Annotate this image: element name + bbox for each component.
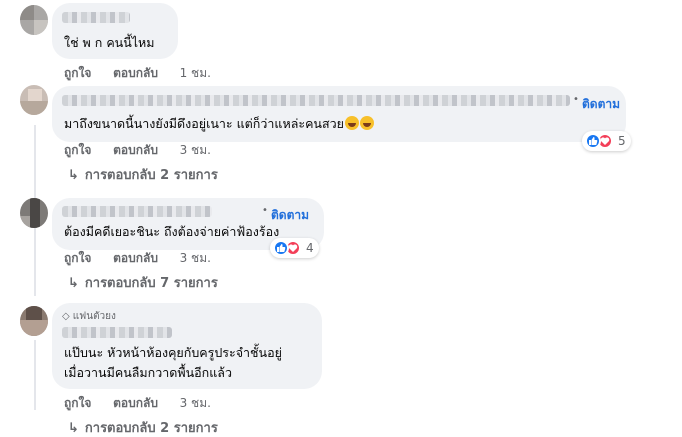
view-replies-link[interactable]: ↳ การตอบกลับ 2 รายการ xyxy=(68,164,218,185)
reply-button[interactable]: ตอบกลับ xyxy=(113,64,158,83)
like-button[interactable]: ถูกใจ xyxy=(64,249,91,268)
reaction-summary[interactable]: 4 xyxy=(270,238,319,258)
like-reaction-icon xyxy=(273,240,289,256)
author-name[interactable] xyxy=(62,206,212,217)
reply-button[interactable]: ตอบกลับ xyxy=(113,394,158,413)
timestamp[interactable]: 3 ชม. xyxy=(180,141,211,160)
laughing-crying-emoji xyxy=(344,116,359,130)
separator-dot: • xyxy=(262,205,268,216)
top-fan-badge: ◇ แฟนตัวยง xyxy=(62,311,116,322)
avatar[interactable] xyxy=(20,306,48,336)
timestamp[interactable]: 3 ชม. xyxy=(180,249,211,268)
thread-line xyxy=(34,340,36,410)
comment-bubble: ◇ แฟนตัวยง แป๊บนะ หัวหน้าห้องคุยกับครูประ… xyxy=(52,303,322,389)
view-replies-link[interactable]: ↳ การตอบกลับ 7 รายการ xyxy=(68,272,218,293)
like-button[interactable]: ถูกใจ xyxy=(64,394,91,413)
comment-actions: ถูกใจ ตอบกลับ 3 ชม. xyxy=(64,249,211,268)
comment-actions: ถูกใจ ตอบกลับ 3 ชม. xyxy=(64,394,211,413)
comment-text: แป๊บนะ หัวหน้าห้องคุยกับครูประจำชั้นอยู่ xyxy=(64,345,282,360)
separator-dot: • xyxy=(573,94,579,105)
laughing-crying-emoji xyxy=(359,116,374,130)
reply-button[interactable]: ตอบกลับ xyxy=(113,141,158,160)
like-button[interactable]: ถูกใจ xyxy=(64,64,91,83)
reply-arrow-icon: ↳ xyxy=(68,276,79,291)
timestamp[interactable]: 3 ชม. xyxy=(180,394,211,413)
comment-bubble: ใช่ พ ก คนนี้ไหม xyxy=(52,3,178,59)
reply-button[interactable]: ตอบกลับ xyxy=(113,249,158,268)
author-name[interactable] xyxy=(62,95,570,106)
avatar[interactable] xyxy=(20,85,48,115)
comment-text: มาถึงขนาดนี้นางยังมีดึงอยู่เนาะ แต่ก็ว่า… xyxy=(64,114,374,134)
like-button[interactable]: ถูกใจ xyxy=(64,141,91,160)
comment-text: เมื่อวานมีคนลืมกวาดพื้นอีกแล้ว xyxy=(64,365,232,380)
thread-line xyxy=(34,226,36,296)
author-name[interactable] xyxy=(62,327,172,338)
diamond-icon: ◇ xyxy=(62,311,70,322)
reaction-count: 5 xyxy=(618,134,626,148)
like-reaction-icon xyxy=(585,133,601,149)
reaction-summary[interactable]: 5 xyxy=(582,131,631,151)
view-replies-link[interactable]: ↳ การตอบกลับ 2 รายการ xyxy=(68,417,218,437)
avatar[interactable] xyxy=(20,5,48,35)
comment-text: ใช่ พ ก คนนี้ไหม xyxy=(64,35,155,50)
author-name[interactable] xyxy=(62,12,130,23)
comment-actions: ถูกใจ ตอบกลับ 3 ชม. xyxy=(64,141,211,160)
comment-text: ต้องมีคดีเยอะชินะ ถึงต้องจ่ายค่าฟ้องร้อง xyxy=(64,224,280,239)
comment-bubble: • ติดตาม มาถึงขนาดนี้นางยังมีดึงอยู่เนาะ… xyxy=(52,86,626,142)
reaction-count: 4 xyxy=(306,241,314,255)
timestamp[interactable]: 1 ชม. xyxy=(180,64,211,83)
comment-actions: ถูกใจ ตอบกลับ 1 ชม. xyxy=(64,64,211,83)
reply-arrow-icon: ↳ xyxy=(68,168,79,183)
reply-arrow-icon: ↳ xyxy=(68,421,79,436)
follow-button[interactable]: ติดตาม xyxy=(582,95,620,114)
avatar[interactable] xyxy=(20,198,48,228)
